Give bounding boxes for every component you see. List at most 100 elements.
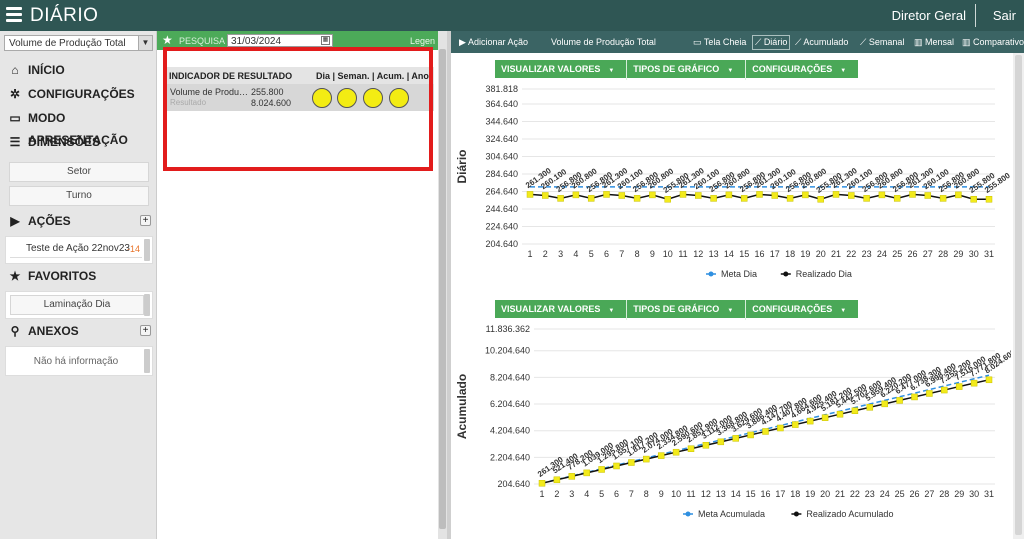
chart-types-button[interactable]: TIPOS DE GRÁFICO ▼ [627, 300, 747, 320]
data-point [777, 424, 784, 432]
data-point [866, 404, 874, 411]
middle-scrollbar[interactable] [438, 31, 447, 539]
add-action-icon[interactable]: + [140, 215, 151, 226]
action-item[interactable]: Teste de Ação 22nov23 -14 [10, 240, 142, 258]
data-point [628, 459, 635, 466]
view-values-label: VISUALIZAR VALORES [501, 304, 601, 314]
chart1-toolbar: VISUALIZAR VALORES ▼ TIPOS DE GRÁFICO ▼ CONF… [495, 60, 859, 80]
y-tick-label: 2.204.640 [490, 452, 530, 462]
tab-acumulado[interactable]: ⟋ Acumulado [795, 37, 848, 48]
settings-label: CONFIGURAÇÕES [752, 64, 833, 74]
star-icon[interactable]: ★ [162, 33, 173, 47]
tab-semanal[interactable]: ⟋ Semanal [860, 37, 904, 48]
gear-icon: ✲ [9, 87, 21, 101]
data-point [909, 191, 916, 198]
data-point [732, 435, 739, 442]
right-scroll-thumb[interactable] [1015, 55, 1022, 535]
sidebar-item-acoes[interactable]: ▶ AÇÕES + [0, 210, 157, 232]
x-tick-label: 20 [820, 489, 830, 499]
data-point [806, 417, 814, 425]
right-scrollbar[interactable] [1013, 53, 1024, 539]
data-point [553, 476, 561, 484]
legend-label: Realizado Acumulado [806, 509, 893, 519]
x-tick-label: 13 [709, 249, 719, 259]
y-tick-label: 224.640 [485, 222, 518, 232]
tab-mensal[interactable]: ▥ Mensal [914, 37, 954, 48]
sidebar-item-inicio[interactable]: ⌂ INÍCIO [0, 59, 157, 81]
user-name[interactable]: Diretor Geral [892, 8, 966, 23]
data-point [679, 191, 687, 198]
data-point [756, 191, 763, 198]
search-label: PESQUISA [179, 36, 226, 46]
full-screen-button[interactable]: ▭ Tela Cheia [693, 37, 746, 48]
tab-diario[interactable]: ⟋ Diário [752, 35, 791, 50]
caret-down-icon: ▼ [840, 68, 847, 74]
dimension-setor-button[interactable]: Setor [9, 162, 149, 182]
caret-down-icon: ▼ [608, 68, 615, 74]
x-tick-label: 18 [790, 489, 800, 499]
data-point [955, 383, 963, 390]
tab-comparativo[interactable]: ▥ Comparativo [962, 37, 1024, 48]
sidebar-item-label: ANEXOS [28, 324, 79, 338]
actions-scrollbar[interactable] [144, 239, 150, 261]
chart-toolbar: ▶ Adicionar Ação Volume de Produção Tota… [451, 31, 1024, 53]
data-point [985, 195, 993, 203]
x-tick-label: 27 [923, 249, 933, 259]
x-tick-label: 30 [969, 489, 979, 499]
data-point [672, 448, 680, 456]
data-point [613, 462, 620, 470]
data-point [725, 191, 733, 199]
highlight-box [163, 47, 433, 171]
y-tick-label: 11.836.362 [486, 324, 530, 334]
x-tick-label: 21 [835, 489, 845, 499]
caret-down-icon: ▼ [840, 308, 847, 314]
settings-button[interactable]: CONFIGURAÇÕES ▼ [746, 60, 858, 80]
indicator-select[interactable]: Volume de Produção Total ▼ [4, 35, 153, 51]
caret-down-icon: ▼ [608, 308, 615, 314]
x-tick-label: 10 [671, 489, 681, 499]
y-tick-label: 10.204.640 [485, 346, 530, 356]
settings-button[interactable]: CONFIGURAÇÕES ▼ [746, 300, 858, 320]
x-tick-label: 1 [539, 489, 544, 499]
add-attachment-icon[interactable]: + [140, 325, 151, 336]
x-tick-label: 14 [731, 489, 741, 499]
add-action-button[interactable]: ▶ Adicionar Ação [459, 37, 528, 48]
sidebar-item-modo-apresentacao[interactable]: ▭ MODO APRESENTAÇÃO [0, 107, 157, 147]
sidebar-item-dimensoes[interactable]: ☰ DIMENSÕES [0, 131, 157, 153]
middle-scroll-thumb[interactable] [439, 49, 446, 529]
y-tick-label: 381.818 [485, 84, 518, 94]
chart-types-button[interactable]: TIPOS DE GRÁFICO ▼ [627, 60, 747, 80]
sidebar-item-anexos[interactable]: ⚲ ANEXOS + [0, 320, 157, 342]
sidebar-item-favoritos[interactable]: ★ FAVORITOS [0, 265, 157, 287]
attachments-scrollbar[interactable] [144, 349, 150, 373]
x-tick-label: 8 [644, 489, 649, 499]
legend-link[interactable]: Legen [410, 36, 435, 46]
hamburger-menu-icon[interactable] [6, 7, 22, 25]
view-values-button[interactable]: VISUALIZAR VALORES ▼ [495, 300, 628, 320]
daily-chart: 381.818 364.640 344.640 324.640 304.640 284.6… [455, 84, 1011, 279]
data-point [603, 191, 610, 198]
data-point [955, 191, 962, 199]
chevron-down-icon[interactable]: ▼ [138, 36, 152, 50]
data-point [786, 195, 794, 202]
date-input[interactable]: 31/03/2024 ▦ [227, 34, 333, 47]
calendar-icon[interactable]: ▦ [321, 36, 330, 45]
x-tick-label: 14 [724, 249, 734, 259]
x-tick-label: 15 [739, 249, 749, 259]
y-tick-label: 344.640 [485, 117, 518, 127]
data-point [687, 445, 695, 452]
logout-button[interactable]: Sair [993, 8, 1016, 23]
sidebar-item-configuracoes[interactable]: ✲ CONFIGURAÇÕES [0, 83, 157, 105]
view-values-button[interactable]: VISUALIZAR VALORES ▼ [495, 60, 628, 80]
favorite-item[interactable]: Laminação Dia [10, 295, 144, 315]
tab-mensal-label: Mensal [925, 37, 955, 47]
data-point [836, 410, 844, 418]
data-point [643, 455, 650, 463]
x-tick-label: 4 [573, 249, 578, 259]
dimension-turno-button[interactable]: Turno [9, 186, 149, 206]
data-point [633, 195, 641, 202]
chart2-toolbar: VISUALIZAR VALORES ▼ TIPOS DE GRÁFICO ▼ CONF… [495, 300, 859, 320]
favorites-scrollbar[interactable] [144, 294, 150, 316]
x-tick-label: 26 [909, 489, 919, 499]
x-tick-label: 15 [746, 489, 756, 499]
